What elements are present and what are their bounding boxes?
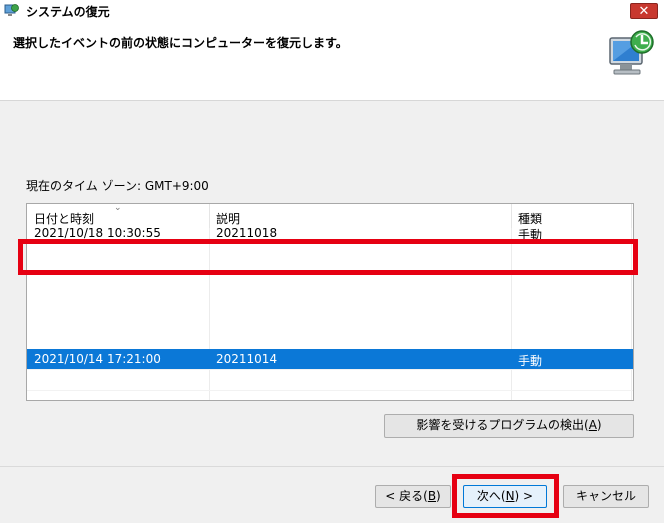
highlight-box-next-button	[452, 474, 559, 518]
close-button[interactable]: ✕	[630, 3, 658, 19]
cancel-button[interactable]: キャンセル	[563, 485, 649, 508]
scan-button-label-end: )	[596, 418, 602, 432]
back-button-label-end: )	[436, 489, 441, 503]
cell-datetime: 2021/10/14 17:21:00	[34, 352, 161, 366]
scan-button-label: 影響を受けるプログラムの検出(	[416, 418, 589, 432]
timezone-label: 現在のタイム ゾーン: GMT+9:00	[26, 179, 209, 193]
restore-point-list[interactable]: ⌄ 日付と時刻 説明 種類 2021/10/18 10:30:55 202110…	[26, 203, 634, 401]
window-title: システムの復元	[26, 5, 110, 19]
column-header-datetime[interactable]: 日付と時刻	[34, 210, 94, 227]
back-button-accesskey: B	[427, 489, 437, 503]
table-row-selected[interactable]: 2021/10/14 17:21:00 20211014 手動	[27, 349, 633, 370]
content-panel: 現在のタイム ゾーン: GMT+9:00 ⌄ 日付と時刻 説明 種類 2021/…	[0, 101, 664, 466]
wizard-header: 選択したイベントの前の状態にコンピューターを復元します。	[0, 21, 664, 101]
empty-row	[27, 391, 633, 400]
system-restore-icon	[609, 30, 654, 75]
cell-description: 20211014	[216, 352, 278, 366]
title-bar: システムの復元 ✕	[0, 0, 664, 21]
header-separator	[209, 204, 210, 228]
back-button[interactable]: < 戻る(B)	[375, 485, 451, 508]
sort-chevron-down-icon[interactable]: ⌄	[114, 204, 122, 213]
back-button-label: < 戻る(	[385, 489, 428, 503]
wizard-footer: < 戻る(B) 次へ(N) > キャンセル	[0, 466, 664, 523]
cell-type: 手動	[518, 354, 543, 368]
header-separator	[511, 204, 512, 228]
highlight-box-selected-row	[18, 239, 638, 275]
empty-row	[27, 370, 633, 391]
system-restore-icon	[4, 4, 19, 16]
scan-button-accesskey: A	[588, 418, 597, 432]
instruction-text: 選択したイベントの前の状態にコンピューターを復元します。	[13, 36, 348, 50]
column-header-type[interactable]: 種類	[518, 210, 542, 227]
scan-affected-programs-button[interactable]: 影響を受けるプログラムの検出(A)	[384, 414, 634, 438]
header-separator	[631, 204, 632, 228]
column-header-description[interactable]: 説明	[216, 210, 240, 227]
list-header: ⌄ 日付と時刻 説明 種類	[27, 204, 633, 228]
